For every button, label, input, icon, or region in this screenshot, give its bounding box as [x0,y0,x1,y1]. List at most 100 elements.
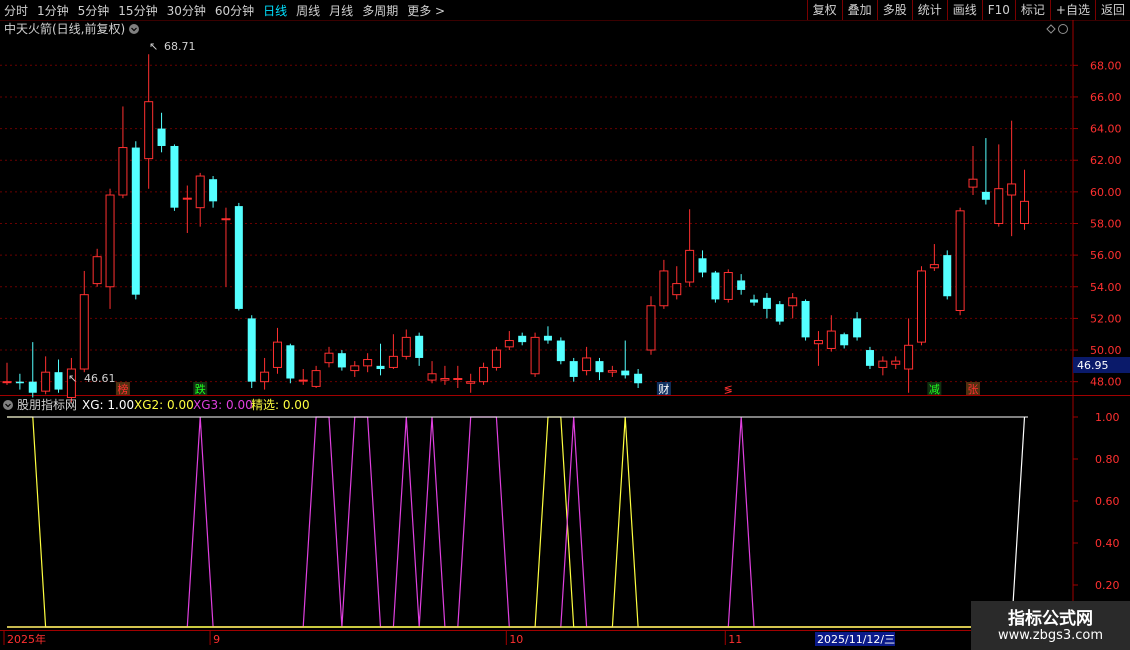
candle-body [813,340,823,345]
candle-body [582,357,592,372]
candle-body [286,345,295,379]
candle-body [337,353,346,368]
candle-body [737,280,746,290]
candle-34 [440,365,450,385]
candle-52 [672,266,682,300]
candle-body [1007,183,1017,196]
candle-66 [853,312,862,341]
candle-46 [595,357,604,381]
candle-body [621,370,630,376]
candle-39 [504,331,514,351]
candle-body [853,318,862,338]
candle-body [298,379,308,382]
candle-58 [750,294,759,306]
x-label-0: 2025年 [7,632,46,646]
y-tick-label-0: 68.00 [1090,59,1122,72]
candle-body [646,305,656,351]
candle-63 [813,331,823,366]
candle-40 [518,332,527,346]
candle-body [247,318,256,382]
candle-body [118,147,128,196]
candle-7 [92,248,102,287]
y-tick-label-2: 64.00 [1090,123,1122,136]
candle-28 [363,353,373,373]
candle-body [569,361,578,377]
candle-50 [646,296,656,355]
candle-44 [569,357,578,382]
candle-body [762,297,771,309]
candle-body [376,365,385,370]
candle-33 [427,361,437,384]
candle-57 [737,274,746,295]
candle-body [41,371,51,392]
y-tick-label-6: 56.00 [1090,249,1122,262]
candle-body [865,350,874,366]
circle-icon[interactable] [1058,24,1068,34]
candle-14 [182,185,192,233]
candle-74 [955,207,965,316]
candle-body [157,128,166,146]
event-tag-3: ≶ [724,383,733,396]
candle-body [491,349,501,368]
x-label-1: 9 [213,633,220,646]
candle-41 [530,332,540,377]
candle-body [916,270,926,343]
candle-body [904,344,914,370]
candle-body [221,218,231,221]
candle-body [144,101,154,160]
candle-64 [826,315,836,352]
candle-body [2,381,12,384]
diamond-icon[interactable] [1046,24,1056,34]
candle-67 [865,346,874,370]
candle-17 [221,207,231,287]
main-chart-title: 中天火箭(日线,前复权) [4,21,125,36]
candle-23 [298,369,308,385]
candle-54 [698,250,707,278]
candle-body [595,361,604,373]
candle-1 [15,373,24,390]
indicator-series [7,416,1028,628]
x-axis: 2025年 9 10 11 [3,630,742,646]
candle-31 [401,329,411,360]
candle-body [556,340,565,362]
candle-body [929,264,939,269]
candle-36 [466,373,476,393]
candle-body [350,365,360,372]
candle-body [92,256,102,285]
candle-body [981,191,990,200]
candle-body [272,341,282,368]
candle-26 [337,350,346,371]
candle-body [607,370,617,373]
candle-61 [788,293,798,319]
candle-body [518,335,527,343]
candle-body [195,175,205,209]
candle-body [427,373,437,381]
candle-32 [415,332,424,366]
main-grid [0,64,1073,383]
main-y-axis: 68.00 66.00 64.00 62.00 60.00 58.00 56.00 54.00… [1073,59,1122,389]
ind-tick-label-4: 0.20 [1095,579,1120,592]
series-line-1 [7,416,1025,628]
legend-xg: XG: 1.00 [82,398,134,412]
candle-37 [479,362,489,385]
candle-body [711,272,720,300]
candle-body [234,206,243,309]
low-marker-arrow-icon: ↖ [68,372,77,385]
candle-13 [170,144,179,211]
candle-56 [723,269,733,303]
candle-72 [929,244,939,271]
high-price-marker: 68.71 [164,40,196,53]
candle-body [54,372,63,390]
high-marker-arrow-icon: ↖ [149,40,158,53]
candle-body [479,366,489,383]
candle-body [775,304,784,322]
candle-12 [157,112,166,153]
candle-body [401,336,411,357]
indicator-menu-icon[interactable] [3,400,13,410]
candle-body [530,336,540,375]
cursor-date: 2025/11/12/三 [817,633,895,646]
chart-area[interactable]: 68.00 66.00 64.00 62.00 60.00 58.00 56.00 54.00… [0,0,1130,650]
chart-menu-icon[interactable] [129,24,139,34]
event-tag-2: 财 [658,382,669,396]
candle-body [466,381,476,384]
